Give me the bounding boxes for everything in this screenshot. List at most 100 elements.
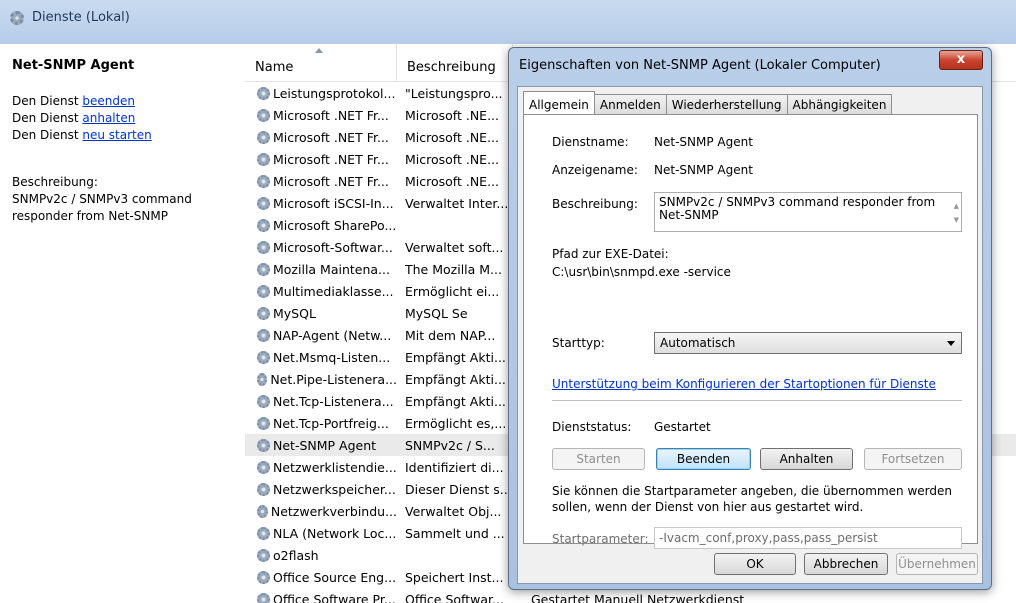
column-header-name-label: Name [255, 60, 294, 75]
scroll-down-icon[interactable]: ▼ [954, 213, 959, 227]
startparam-info-text: Sie können die Startparameter angeben, d… [552, 484, 952, 514]
row-name: Office Source Eng... [273, 569, 397, 585]
row-name: Net.Msmq-Listen... [273, 349, 391, 365]
action-stop-line: Den Dienst beenden [12, 93, 233, 110]
row-name: Office Software Pr... [273, 591, 396, 603]
table-row[interactable]: Office Software Pr... Office Softwar... Ge… [245, 588, 1016, 603]
service-gear-icon [257, 240, 270, 254]
row-description: Verwaltet soft... [405, 239, 504, 255]
action-pause-line: Den Dienst anhalten [12, 110, 233, 127]
service-gear-icon [257, 394, 270, 408]
services-gear-icon [10, 10, 24, 25]
left-detail-pane: Net-SNMP Agent Den Dienst beenden Den Di… [0, 44, 245, 603]
row-description: Microsoft .NE... [405, 129, 500, 145]
service-gear-icon [257, 306, 270, 320]
row-name: Mozilla Maintena... [273, 261, 390, 277]
pause-button[interactable]: Anhalten [760, 448, 853, 470]
row-name-cell: NLA (Network Loc... [245, 526, 397, 541]
row-description: Empfängt Akti... [405, 349, 506, 365]
row-description: Identifiziert di... [405, 459, 504, 475]
scroll-up-icon[interactable]: ▲ [954, 199, 959, 213]
service-gear-icon [257, 328, 270, 342]
row-name-cell: Multimediaklasse... [245, 284, 397, 299]
service-gear-icon [257, 482, 270, 496]
row-description: Ermöglicht ei... [405, 283, 500, 299]
service-gear-icon [257, 526, 270, 540]
header-title-wrap: Dienste (Lokal) [10, 10, 130, 25]
service-name-label: Dienstname: [552, 135, 629, 149]
startparam-input[interactable]: -Ivacm_conf,proxy,pass,pass_persist [654, 527, 962, 549]
row-name-cell: Microsoft .NET Fr... [245, 152, 397, 167]
row-description: SNMPv2c / S... [405, 437, 495, 453]
row-description: The Mozilla M... [405, 261, 502, 277]
tab-page-allgemein: Dienstname: Net-SNMP Agent Anzeigename: … [523, 114, 978, 549]
row-name: Microsoft .NET Fr... [273, 129, 389, 145]
ok-button[interactable]: OK [714, 553, 796, 575]
chevron-down-icon [947, 341, 955, 346]
row-name: Microsoft .NET Fr... [273, 107, 389, 123]
row-description: Microsoft .NE... [405, 173, 500, 189]
service-gear-icon [257, 350, 270, 364]
action-stop-prefix: Den Dienst [12, 94, 83, 108]
action-restart-link[interactable]: neu starten [82, 128, 151, 142]
row-name: Net-SNMP Agent [273, 437, 377, 453]
description-textbox[interactable]: SNMPv2c / SNMPv3 command responder from … [654, 192, 962, 232]
row-name: o2flash [273, 547, 319, 563]
action-pause-prefix: Den Dienst [12, 111, 83, 125]
row-name-cell: Netzwerkverbindu... [245, 504, 397, 519]
column-header-description[interactable]: Beschreibung [397, 44, 513, 81]
row-description: MySQL Se [405, 305, 468, 321]
row-name-cell: o2flash [245, 548, 397, 563]
service-gear-icon [257, 108, 270, 122]
row-description: Dieser Dienst s... [405, 481, 512, 497]
display-name-label: Anzeigename: [552, 163, 638, 177]
row-extra-columns: Gestartet Manuell Netzwerkdienst [531, 591, 745, 603]
apply-button[interactable]: Übernehmen [896, 553, 978, 575]
row-description: Office Softwar... [405, 591, 504, 603]
row-description: Empfängt Akti... [405, 393, 506, 409]
tab-allgemein[interactable]: Allgemein [523, 91, 595, 114]
startup-type-value: Automatisch [660, 336, 736, 350]
properties-dialog: Eigenschaften von Net-SNMP Agent (Lokale… [508, 47, 992, 590]
row-name-cell: Net.Msmq-Listen... [245, 350, 397, 365]
tab-abhaengigkeiten[interactable]: Abhängigkeiten [786, 94, 893, 114]
row-name: Microsoft-Softwar... [273, 239, 393, 255]
service-gear-icon [257, 284, 270, 298]
row-name: NAP-Agent (Netw... [273, 327, 392, 343]
row-name-cell: Netzwerklistendie... [245, 460, 397, 475]
row-name-cell: Leistungsprotokol... [245, 86, 397, 101]
row-name: Net.Tcp-Portfreig... [273, 415, 389, 431]
column-header-description-label: Beschreibung [407, 60, 496, 75]
resume-button[interactable]: Fortsetzen [864, 448, 962, 470]
dialog-close-button[interactable]: x [939, 50, 983, 70]
row-name: Net.Pipe-Listenera... [270, 371, 397, 387]
row-name-cell: Office Software Pr... [245, 592, 397, 603]
action-restart-line: Den Dienst neu starten [12, 127, 233, 144]
separator [552, 400, 962, 401]
row-name: NLA (Network Loc... [273, 525, 397, 541]
description-label: Beschreibung: [12, 175, 98, 189]
row-name-cell: Net-SNMP Agent [245, 438, 397, 453]
service-gear-icon [257, 86, 270, 100]
row-description: Verwaltet Inter... [405, 195, 509, 211]
row-name-cell: NAP-Agent (Netw... [245, 328, 397, 343]
description-scroll-arrows[interactable]: ▲ ▼ [954, 199, 959, 227]
description-line-2: responder from Net-SNMP [12, 209, 168, 223]
startup-options-help-link[interactable]: Unterstützung beim Konfigurieren der Sta… [552, 377, 936, 391]
header-title: Dienste (Lokal) [32, 10, 130, 25]
tab-wiederherstellung[interactable]: Wiederherstellung [665, 94, 788, 114]
column-header-name[interactable]: Name [245, 44, 397, 81]
action-stop-link[interactable]: beenden [82, 94, 135, 108]
stop-button[interactable]: Beenden [656, 448, 751, 470]
start-button[interactable]: Starten [552, 448, 645, 470]
row-name: Microsoft .NET Fr... [273, 173, 389, 189]
startup-type-select[interactable]: Automatisch [654, 332, 962, 354]
cancel-button[interactable]: Abbrechen [804, 553, 888, 575]
service-gear-icon [257, 416, 270, 430]
service-gear-icon [257, 152, 270, 166]
row-name-cell: Microsoft .NET Fr... [245, 108, 397, 123]
tab-anmelden[interactable]: Anmelden [593, 94, 667, 114]
action-pause-link[interactable]: anhalten [82, 111, 135, 125]
row-name: Netzwerklistendie... [273, 459, 397, 475]
service-gear-icon [257, 196, 270, 210]
